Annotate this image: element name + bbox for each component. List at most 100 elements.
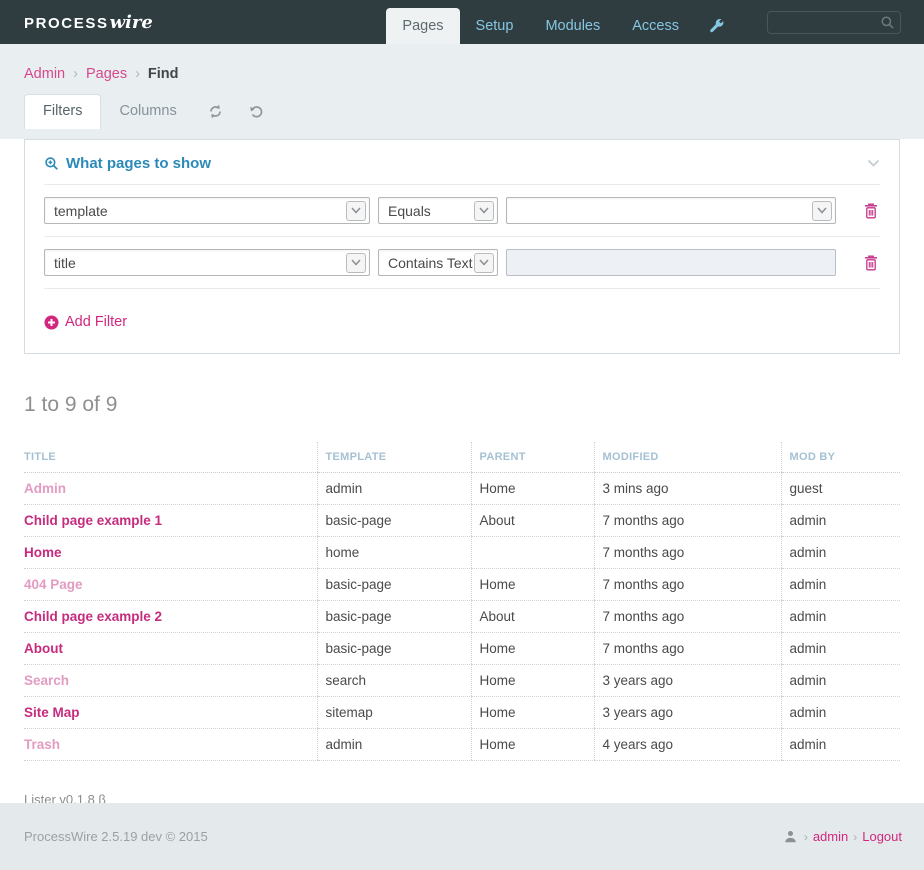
add-filter-button[interactable]: Add Filter — [44, 314, 127, 330]
operator-select[interactable]: Equals — [378, 197, 498, 224]
page-title-link[interactable]: 404 Page — [24, 577, 83, 592]
chevron-down-icon[interactable] — [346, 200, 366, 221]
table-row: Admin admin Home 3 mins ago guest — [24, 472, 900, 505]
nav-tab-access[interactable]: Access — [616, 8, 695, 44]
cell-parent: Home — [470, 568, 594, 601]
tab-columns[interactable]: Columns — [101, 95, 194, 128]
cell-template: home — [316, 536, 471, 569]
cell-modified: 3 years ago — [593, 696, 781, 729]
field-select[interactable]: template — [44, 197, 370, 224]
cell-parent: Home — [470, 696, 594, 729]
page-title-link[interactable]: About — [24, 641, 63, 656]
cell-modby: admin — [780, 632, 900, 665]
breadcrumb-separator: › — [135, 66, 140, 82]
footer-separator: › — [803, 829, 808, 844]
cell-modby: admin — [780, 664, 900, 697]
cell-parent — [470, 536, 594, 569]
logo-text-process: PROCESS — [24, 14, 109, 32]
search-icon[interactable] — [880, 15, 895, 30]
table-row: About basic-page Home 7 months ago admin — [24, 632, 900, 665]
wrench-icon[interactable] — [695, 8, 739, 44]
chevron-down-icon[interactable] — [812, 200, 832, 221]
cell-modified: 7 months ago — [593, 600, 781, 633]
user-icon — [784, 830, 797, 843]
cell-template: search — [316, 664, 471, 697]
value-select[interactable] — [506, 197, 836, 224]
cell-modby: admin — [780, 568, 900, 601]
chevron-down-icon[interactable] — [474, 200, 494, 221]
filters-panel-header[interactable]: What pages to show — [44, 155, 880, 172]
navbar-search — [767, 10, 901, 34]
cell-template: basic-page — [316, 568, 471, 601]
top-navbar: PROCESS wire Pages Setup Modules Access — [0, 0, 924, 44]
field-select[interactable]: title — [44, 249, 370, 276]
divider — [44, 184, 880, 185]
divider — [44, 288, 880, 289]
filter-row-title: title Contains Text — [44, 249, 880, 276]
breadcrumb-link-admin[interactable]: Admin — [24, 66, 65, 82]
cell-modby: admin — [780, 600, 900, 633]
cell-modified: 7 months ago — [593, 568, 781, 601]
page-title-link[interactable]: Child page example 2 — [24, 609, 162, 624]
logout-link[interactable]: Logout — [862, 829, 902, 844]
trash-icon[interactable] — [864, 255, 878, 271]
chevron-down-icon[interactable] — [346, 252, 366, 273]
header-strip: Admin › Pages › Find Filters Columns — [0, 44, 924, 139]
page-title-link[interactable]: Child page example 1 — [24, 513, 162, 528]
operator-select[interactable]: Contains Text — [378, 249, 498, 276]
column-header-modified[interactable]: MODIFIED — [593, 441, 781, 473]
table-row: Child page example 2 basic-page About 7 … — [24, 600, 900, 633]
footer-separator: › — [853, 829, 858, 844]
lister-tabs: Filters Columns — [24, 94, 900, 129]
cell-template: basic-page — [316, 632, 471, 665]
logo-text-wire: wire — [109, 11, 153, 33]
nav-tab-setup[interactable]: Setup — [460, 8, 530, 44]
page-title-link[interactable]: Site Map — [24, 705, 80, 720]
breadcrumb: Admin › Pages › Find — [24, 66, 900, 82]
chevron-down-icon[interactable] — [474, 252, 494, 273]
table-row: Search search Home 3 years ago admin — [24, 664, 900, 697]
page-title-link[interactable]: Home — [24, 545, 62, 560]
footer-user-link[interactable]: admin — [813, 829, 848, 844]
footer-copyright: ProcessWire 2.5.19 dev © 2015 — [24, 829, 208, 844]
value-text-input[interactable] — [506, 249, 836, 276]
cell-modified: 3 mins ago — [593, 472, 781, 505]
cell-template: basic-page — [316, 504, 471, 537]
cell-modby: admin — [780, 504, 900, 537]
cell-parent: Home — [470, 632, 594, 665]
nav-tab-modules[interactable]: Modules — [529, 8, 616, 44]
column-header-parent[interactable]: PARENT — [470, 441, 594, 473]
divider — [44, 236, 880, 237]
cell-modified: 3 years ago — [593, 664, 781, 697]
page-footer: ProcessWire 2.5.19 dev © 2015 › admin › … — [0, 803, 924, 870]
page-title-link[interactable]: Search — [24, 673, 69, 688]
results-table: TITLE TEMPLATE PARENT MODIFIED MOD BY Ad… — [24, 441, 900, 761]
column-header-modby[interactable]: MOD BY — [780, 441, 900, 473]
page-title-link[interactable]: Trash — [24, 737, 60, 752]
tab-filters[interactable]: Filters — [24, 94, 102, 129]
operator-select-value: Contains Text — [388, 254, 473, 271]
cell-template: basic-page — [316, 600, 471, 633]
results-summary: 1 to 9 of 9 — [24, 392, 118, 416]
cell-modby: admin — [780, 536, 900, 569]
cell-parent: Home — [470, 472, 594, 505]
page-title-link[interactable]: Admin — [24, 481, 66, 496]
collapse-chevron-icon[interactable] — [867, 159, 880, 168]
cell-modby: guest — [780, 472, 900, 505]
cell-parent: Home — [470, 664, 594, 697]
reset-undo-icon[interactable] — [236, 95, 277, 128]
table-row: Trash admin Home 4 years ago admin — [24, 728, 900, 761]
column-header-template[interactable]: TEMPLATE — [316, 441, 471, 473]
refresh-icon[interactable] — [195, 95, 236, 128]
cell-modified: 4 years ago — [593, 728, 781, 761]
cell-modified: 7 months ago — [593, 632, 781, 665]
trash-icon[interactable] — [864, 203, 878, 219]
footer-user-area: › admin › Logout — [784, 829, 902, 844]
column-header-title[interactable]: TITLE — [24, 441, 317, 473]
nav-tab-pages[interactable]: Pages — [386, 8, 460, 44]
plus-circle-icon — [44, 315, 59, 330]
processwire-logo[interactable]: PROCESS wire — [24, 12, 153, 33]
main-nav: Pages Setup Modules Access — [386, 0, 739, 44]
breadcrumb-link-pages[interactable]: Pages — [86, 66, 127, 82]
cell-template: admin — [316, 472, 471, 505]
